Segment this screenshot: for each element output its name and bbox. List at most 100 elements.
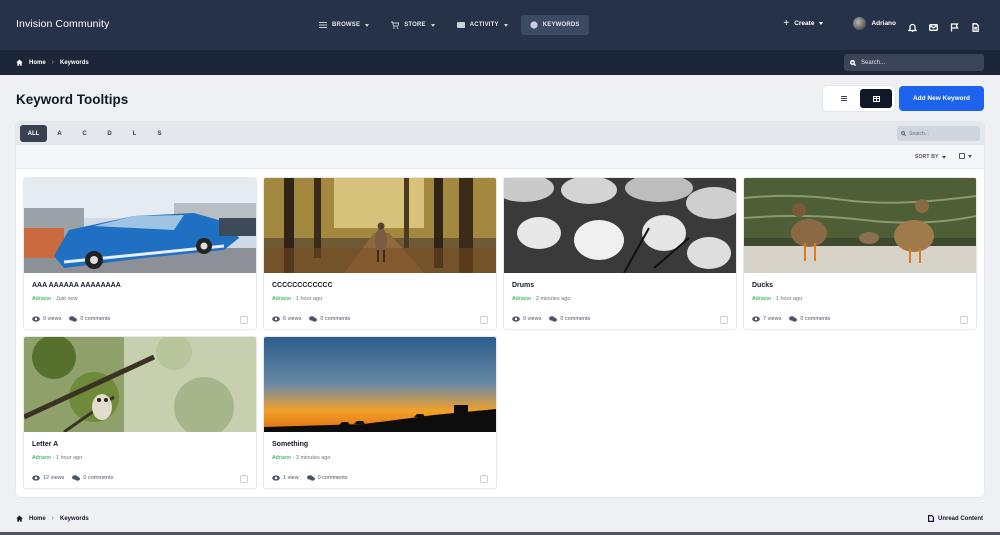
comments-icon	[306, 475, 315, 481]
card-select-checkbox[interactable]	[720, 316, 728, 324]
nav-label: ACTIVITY	[469, 22, 499, 28]
plus-icon: +	[783, 17, 790, 29]
card-stats: 0 views 0 comments	[512, 316, 590, 322]
create-button[interactable]: + Create	[783, 17, 824, 29]
comments-icon	[72, 475, 81, 481]
views-stat: 12 views	[32, 475, 64, 481]
comments-count: 0 comments	[560, 316, 591, 322]
chevron-down-icon	[941, 155, 946, 159]
comments-icon	[309, 316, 318, 322]
select-all-menu[interactable]	[959, 153, 972, 159]
user-menu[interactable]: Adriano	[853, 17, 896, 30]
card-author[interactable]: Adriano	[752, 296, 771, 302]
search-placeholder: Search...	[861, 59, 886, 66]
flag-icon[interactable]	[950, 19, 959, 32]
comments-icon	[789, 316, 798, 322]
keyword-card[interactable]: CCCCCCCCCCCC Adriano · 1 hour ago 6 view…	[264, 178, 496, 329]
filter-s[interactable]: S	[147, 125, 172, 142]
filter-a[interactable]: A	[47, 125, 72, 142]
nav-label: KEYWORDS	[542, 22, 580, 28]
forest-path-walker-image	[264, 178, 496, 273]
card-time: 2 minutes ago	[535, 296, 571, 302]
footer-breadcrumb-home[interactable]: Home	[29, 516, 46, 522]
filter-d[interactable]: D	[97, 125, 122, 142]
comments-stat: 0 comments	[72, 475, 113, 481]
card-meta: Adriano · 2 minutes ago	[512, 296, 571, 302]
main-nav: BROWSE STORE ACTIVITY KEYWORDS	[310, 15, 589, 35]
filter-c[interactable]: C	[72, 125, 97, 142]
card-time: 1 hour ago	[775, 296, 803, 302]
card-title[interactable]: CCCCCCCCCCCC	[272, 282, 333, 289]
card-thumbnail[interactable]	[264, 178, 496, 273]
filter-l[interactable]: L	[122, 125, 147, 142]
views-stat: 0 views	[512, 316, 541, 322]
card-title[interactable]: Drums	[512, 282, 534, 289]
keyword-card[interactable]: AAA AAAAAA AAAAAAAA Adriano · Just now 0…	[24, 178, 256, 329]
views-stat: 0 views	[32, 316, 61, 322]
card-author[interactable]: Adriano	[32, 455, 51, 461]
nav-store[interactable]: STORE	[382, 15, 444, 35]
keyword-card[interactable]: Letter A Adriano · 1 hour ago 12 views 0…	[24, 337, 256, 488]
list-view-button[interactable]	[831, 89, 857, 108]
document-icon	[928, 515, 934, 522]
card-select-checkbox[interactable]	[240, 475, 248, 483]
bell-icon[interactable]	[907, 19, 918, 32]
card-title[interactable]: Something	[272, 441, 308, 448]
keywords-panel: ALL A C D L S Search... SORT BY AAA AAAA…	[16, 122, 984, 497]
nav-label: STORE	[404, 22, 426, 28]
keyword-card[interactable]: Something Adriano · 3 minutes ago 1 view…	[264, 337, 496, 488]
footer-breadcrumb-current[interactable]: Keywords	[60, 516, 89, 522]
card-author[interactable]: Adriano	[272, 455, 291, 461]
owl-in-tree-image	[24, 337, 256, 432]
site-brand[interactable]: Invision Community	[16, 18, 109, 30]
card-title[interactable]: AAA AAAAAA AAAAAAAA	[32, 282, 121, 289]
comments-count: 0 comments	[83, 475, 114, 481]
header-tools: + Create Adriano	[783, 17, 980, 32]
card-author[interactable]: Adriano	[272, 296, 291, 302]
comments-stat: 0 comments	[789, 316, 830, 322]
card-select-checkbox[interactable]	[960, 316, 968, 324]
card-thumbnail[interactable]	[24, 178, 256, 273]
card-title[interactable]: Ducks	[752, 282, 773, 289]
chevron-right-icon: ›	[51, 59, 55, 66]
card-stats: 7 views 0 comments	[752, 316, 830, 322]
card-select-checkbox[interactable]	[480, 475, 488, 483]
add-new-keyword-button[interactable]: Add New Keyword	[899, 86, 984, 111]
nav-browse[interactable]: BROWSE	[310, 15, 378, 35]
activity-icon	[456, 22, 465, 28]
card-stats: 6 views 0 comments	[272, 316, 350, 322]
card-select-checkbox[interactable]	[240, 316, 248, 324]
grid-view-icon	[872, 95, 880, 102]
nav-activity[interactable]: ACTIVITY	[448, 15, 517, 35]
grid-view-button[interactable]	[860, 89, 892, 108]
document-icon[interactable]	[971, 19, 980, 32]
card-author[interactable]: Adriano	[512, 296, 531, 302]
envelope-icon[interactable]	[929, 19, 938, 31]
breadcrumb-current[interactable]: Keywords	[60, 60, 89, 66]
breadcrumb-home[interactable]: Home	[29, 60, 46, 66]
card-thumbnail[interactable]	[504, 178, 736, 273]
card-meta: Adriano · Just now	[32, 296, 78, 302]
card-thumbnail[interactable]	[264, 337, 496, 432]
card-select-checkbox[interactable]	[480, 316, 488, 324]
filter-search-input[interactable]: Search...	[897, 126, 980, 141]
card-title[interactable]: Letter A	[32, 441, 58, 448]
card-stats: 1 view 0 comments	[272, 475, 348, 481]
create-label: Create	[794, 20, 815, 27]
search-input[interactable]: Search...	[844, 54, 984, 71]
sort-by-button[interactable]: SORT BY	[915, 154, 946, 160]
search-icon	[850, 59, 856, 66]
card-author[interactable]: Adriano	[32, 296, 51, 302]
card-thumbnail[interactable]	[24, 337, 256, 432]
comments-stat: 0 comments	[549, 316, 590, 322]
top-navigation-bar: Invision Community BROWSE STORE ACTIVITY…	[0, 0, 1000, 50]
filter-all[interactable]: ALL	[20, 125, 47, 142]
keyword-card[interactable]: Ducks Adriano · 1 hour ago 7 views 0 com…	[744, 178, 976, 329]
unread-content-link[interactable]: Unread Content	[928, 515, 983, 522]
cart-icon	[391, 21, 400, 29]
card-time: Just now	[55, 296, 78, 302]
keyword-card[interactable]: Drums Adriano · 2 minutes ago 0 views 0 …	[504, 178, 736, 329]
nav-keywords[interactable]: KEYWORDS	[520, 15, 589, 35]
card-thumbnail[interactable]	[744, 178, 976, 273]
card-time: 3 minutes ago	[295, 455, 331, 461]
